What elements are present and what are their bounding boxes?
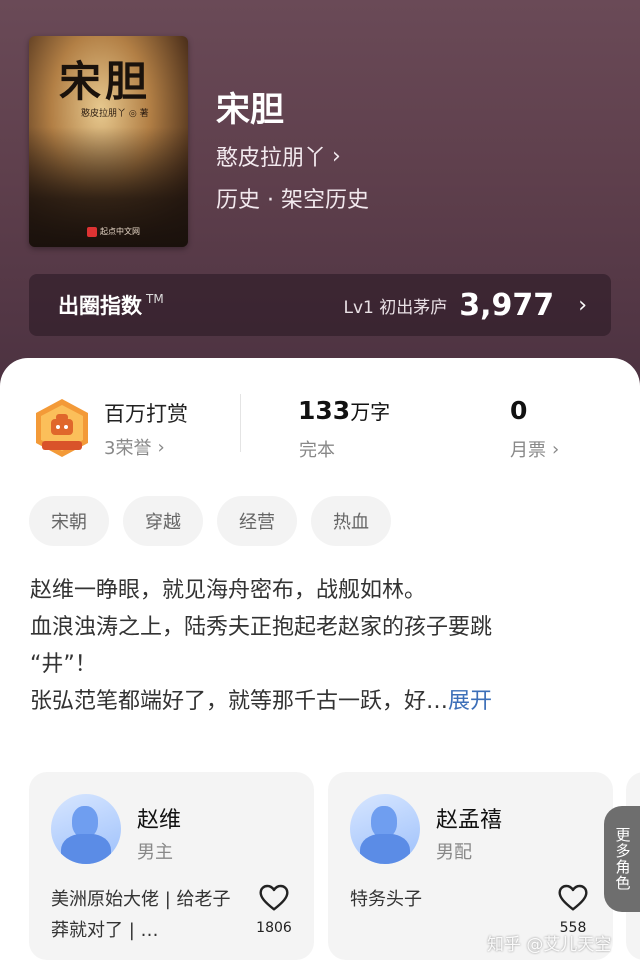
hero-header: 宋胆 憨皮拉朋丫 ◎ 著 起点中文网 宋胆 憨皮拉朋丫 › 历史 · 架空历史 … bbox=[0, 0, 640, 400]
chevron-right-icon: › bbox=[552, 438, 560, 460]
cover-title: 宋胆 bbox=[59, 57, 152, 106]
index-label: 出圈指数 bbox=[58, 294, 142, 318]
expand-link[interactable]: 展开 bbox=[448, 689, 492, 714]
character-card[interactable]: 赵维 男主 美洲原始大佬 | 给老子莽就对了 | … 1806 bbox=[29, 772, 314, 960]
character-avatar bbox=[51, 794, 121, 864]
character-name: 赵孟禧 bbox=[436, 808, 503, 833]
stats-divider bbox=[240, 394, 241, 452]
synopsis-line: 张弘范笔都端好了，就等那千古一跃，好…展开 bbox=[30, 683, 605, 720]
tag-chip[interactable]: 热血 bbox=[311, 496, 391, 546]
author-link[interactable]: 憨皮拉朋丫 › bbox=[216, 140, 341, 172]
like-count: 1806 bbox=[256, 920, 292, 936]
popularity-index-bar[interactable]: 出圈指数 TM Lv1 初出茅庐 3,977 › bbox=[29, 274, 611, 336]
monthly-ticket-value: 0 bbox=[510, 396, 528, 425]
book-info-card: 百万打赏 3荣誉 › 133万字 完本 0 月票 › 宋朝 穿越 经营 热血 赵… bbox=[0, 358, 640, 971]
honors-link[interactable]: 3荣誉 › bbox=[104, 434, 165, 460]
book-genre: 历史 · 架空历史 bbox=[216, 188, 369, 213]
chevron-right-icon: › bbox=[157, 436, 165, 458]
monthly-ticket-link[interactable]: 月票 › bbox=[510, 436, 559, 462]
character-role: 男配 bbox=[436, 842, 472, 863]
award-title: 百万打赏 bbox=[104, 402, 188, 426]
heart-icon[interactable] bbox=[258, 882, 290, 914]
trademark-mark: TM bbox=[146, 292, 164, 306]
character-description: 美洲原始大佬 | 给老子莽就对了 | … bbox=[51, 889, 231, 941]
book-cover[interactable]: 宋胆 憨皮拉朋丫 ◎ 著 起点中文网 bbox=[29, 36, 188, 247]
word-count-unit: 万字 bbox=[350, 400, 391, 424]
chevron-right-icon: › bbox=[578, 292, 587, 318]
honor-badge-icon[interactable] bbox=[31, 397, 93, 459]
heart-icon[interactable] bbox=[557, 882, 589, 914]
publisher-logo-icon bbox=[87, 226, 97, 237]
author-name: 憨皮拉朋丫 bbox=[216, 146, 327, 171]
word-count-value: 133 bbox=[298, 396, 351, 425]
index-level: Lv1 初出茅庐 bbox=[343, 297, 448, 318]
tag-chip[interactable]: 宋朝 bbox=[29, 496, 109, 546]
tag-chip[interactable]: 穿越 bbox=[123, 496, 203, 546]
character-description: 特务头子 bbox=[350, 889, 422, 910]
honors-count: 3荣誉 bbox=[104, 438, 152, 459]
more-characters-button[interactable]: 更多角色 bbox=[604, 806, 640, 912]
publisher-name: 起点中文网 bbox=[100, 227, 140, 236]
synopsis-line: 血浪浊涛之上，陆秀夫正抱起老赵家的孩子要跳 bbox=[30, 615, 493, 640]
book-synopsis: 赵维一睁眼，就见海舟密布，战舰如林。 血浪浊涛之上，陆秀夫正抱起老赵家的孩子要跳… bbox=[30, 572, 605, 720]
watermark: 知乎 @艾儿天空 bbox=[487, 935, 612, 955]
synopsis-line: 赵维一睁眼，就见海舟密布，战舰如林。 bbox=[30, 578, 427, 603]
monthly-ticket-label: 月票 bbox=[510, 440, 546, 461]
cover-author: 憨皮拉朋丫 ◎ 著 bbox=[81, 109, 149, 119]
cover-publisher: 起点中文网 bbox=[87, 226, 140, 237]
chevron-right-icon: › bbox=[332, 143, 341, 169]
tag-chip[interactable]: 经营 bbox=[217, 496, 297, 546]
character-avatar bbox=[350, 794, 420, 864]
tag-list: 宋朝 穿越 经营 热血 bbox=[29, 496, 391, 546]
character-role: 男主 bbox=[137, 842, 173, 863]
synopsis-line: “井”！ bbox=[30, 652, 97, 677]
completion-status: 完本 bbox=[299, 440, 335, 461]
synopsis-text: 张弘范笔都端好了，就等那千古一跃，好… bbox=[30, 689, 449, 714]
index-value: 3,977 bbox=[459, 287, 555, 323]
book-title: 宋胆 bbox=[216, 90, 284, 130]
character-name: 赵维 bbox=[137, 808, 182, 833]
word-count: 133万字 bbox=[298, 396, 390, 425]
